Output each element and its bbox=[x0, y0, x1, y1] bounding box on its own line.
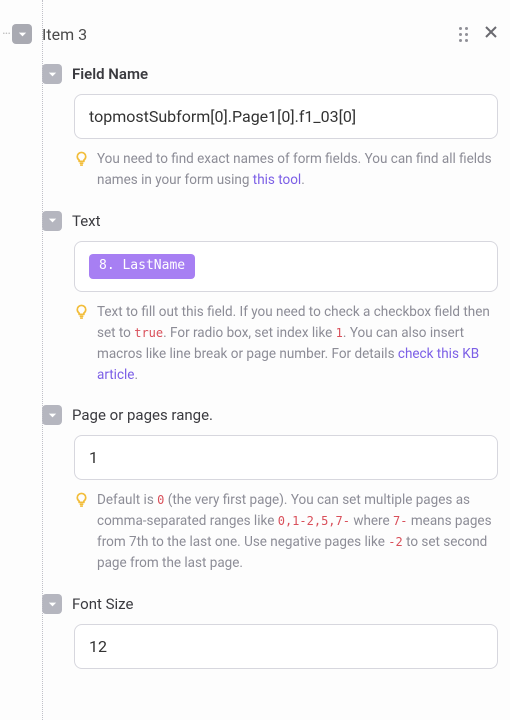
field-name-label: Field Name bbox=[72, 65, 148, 83]
text-hint: Text to fill out this field. If you need… bbox=[74, 302, 498, 386]
font-size-input[interactable]: 12 bbox=[74, 624, 498, 669]
close-icon bbox=[484, 25, 498, 39]
item-header: ··· Item 3 bbox=[12, 24, 498, 44]
chevron-down-icon bbox=[47, 410, 58, 421]
lightbulb-icon bbox=[74, 492, 89, 514]
field-name-hint: You need to find exact names of form fie… bbox=[74, 149, 498, 191]
item-panel: ··· Item 3 Field Name topmostSubform[0].… bbox=[0, 0, 510, 669]
page-range-label: Page or pages range. bbox=[72, 406, 213, 424]
lightbulb-icon bbox=[74, 151, 89, 173]
font-size-label: Font Size bbox=[72, 595, 133, 613]
field-name-block: Field Name topmostSubform[0].Page1[0].f1… bbox=[60, 64, 498, 191]
text-label: Text bbox=[72, 212, 101, 230]
collapse-field-toggle[interactable] bbox=[42, 594, 62, 614]
page-range-block: Page or pages range. 1 Default is 0 (the… bbox=[60, 405, 498, 574]
tree-guide-line bbox=[42, 0, 43, 720]
item-title: Item 3 bbox=[42, 25, 87, 44]
drag-handle-icon[interactable] bbox=[459, 27, 468, 42]
text-input[interactable]: 8. LastName bbox=[74, 241, 498, 292]
remove-item-button[interactable] bbox=[484, 25, 498, 43]
chevron-down-icon bbox=[17, 29, 28, 40]
macro-token[interactable]: 8. LastName bbox=[89, 254, 195, 279]
collapse-field-toggle[interactable] bbox=[42, 64, 62, 84]
this-tool-link[interactable]: this tool bbox=[253, 172, 301, 188]
page-range-input[interactable]: 1 bbox=[74, 435, 498, 480]
field-name-value: topmostSubform[0].Page1[0].f1_03[0] bbox=[89, 107, 356, 126]
lightbulb-icon bbox=[74, 304, 89, 326]
chevron-down-icon bbox=[47, 599, 58, 610]
collapse-field-toggle[interactable] bbox=[42, 405, 62, 425]
font-size-value: 12 bbox=[89, 637, 107, 656]
chevron-down-icon bbox=[47, 215, 58, 226]
collapse-item-toggle[interactable] bbox=[12, 24, 32, 44]
page-range-hint: Default is 0 (the very first page). You … bbox=[74, 490, 498, 574]
text-block: Text 8. LastName Text to fill out this f… bbox=[60, 211, 498, 386]
collapse-field-toggle[interactable] bbox=[42, 211, 62, 231]
chevron-down-icon bbox=[47, 69, 58, 80]
tree-connector-icon: ··· bbox=[2, 26, 10, 42]
page-range-value: 1 bbox=[89, 448, 98, 467]
font-size-block: Font Size 12 bbox=[60, 594, 498, 669]
field-name-input[interactable]: topmostSubform[0].Page1[0].f1_03[0] bbox=[74, 94, 498, 139]
